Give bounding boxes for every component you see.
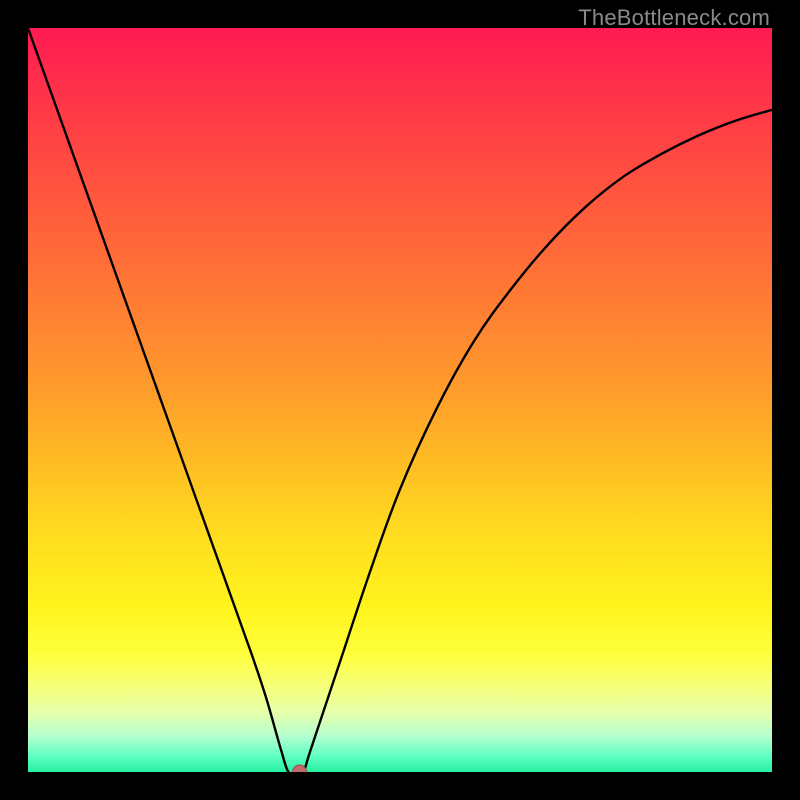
minimum-marker <box>293 765 307 772</box>
watermark-text: TheBottleneck.com <box>578 5 770 31</box>
chart-frame: TheBottleneck.com <box>0 0 800 800</box>
plot-area <box>28 28 772 772</box>
curve-layer <box>28 28 772 772</box>
bottleneck-curve <box>28 28 772 772</box>
